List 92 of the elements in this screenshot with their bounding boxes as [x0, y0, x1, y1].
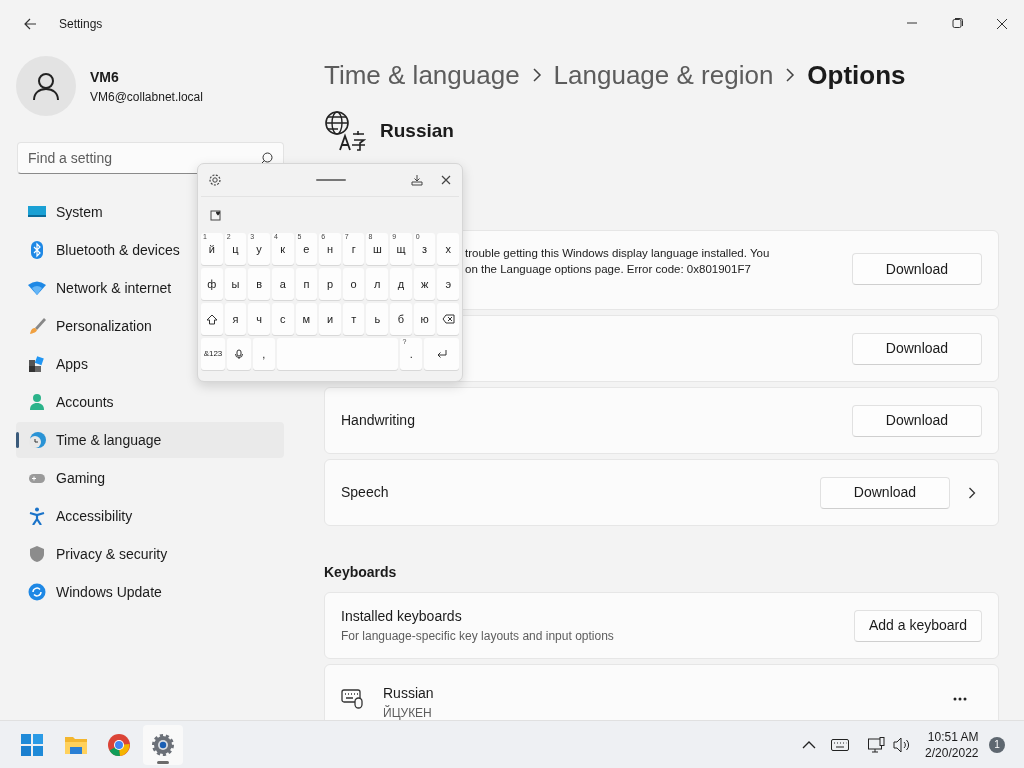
keyboard-key[interactable]: м: [295, 303, 318, 335]
keyboard-key[interactable]: ь: [366, 303, 389, 335]
emoji-icon[interactable]: [210, 209, 222, 221]
user-name: VM6: [90, 67, 120, 87]
search-icon: [260, 152, 273, 165]
setting-title: Speech: [341, 483, 389, 502]
keyboard-key[interactable]: ы: [224, 268, 247, 300]
keyboard-key[interactable]: п: [295, 268, 318, 300]
update-icon: [28, 583, 46, 601]
breadcrumb-item[interactable]: Time & language: [324, 55, 520, 95]
keyboard-layout: ЙЦУКЕН: [383, 704, 433, 720]
sidebar-item[interactable]: Windows Update: [16, 574, 284, 610]
error-message: trouble getting this Windows display language installed. You on the Language options page. Error code: 0x801901F7: [465, 246, 770, 277]
accessibility-icon: [28, 507, 46, 525]
dock-icon[interactable]: [411, 174, 423, 186]
taskbar-app[interactable]: [142, 724, 183, 765]
bluetooth-icon: [28, 241, 46, 259]
breadcrumb-item[interactable]: Language & region: [553, 55, 774, 95]
keyboard-key[interactable]: л: [366, 268, 389, 300]
chevron-icon[interactable]: [968, 486, 976, 499]
microphone-icon: [233, 348, 244, 360]
keyboard-key[interactable]: т: [342, 303, 365, 335]
keyboard-key[interactable]: с: [271, 303, 294, 335]
chevron-up-icon[interactable]: [802, 739, 817, 750]
chevron-icon: [531, 68, 542, 82]
person-icon: [28, 393, 46, 411]
browser-icon: [107, 732, 131, 757]
keyboard-key[interactable]: а: [271, 268, 294, 300]
volume-icon[interactable]: [893, 736, 912, 753]
download-button[interactable]: Download: [852, 253, 982, 285]
clock[interactable]: 10:51 AM 2/20/2022: [925, 728, 979, 761]
sidebar-item[interactable]: Gaming: [16, 460, 284, 496]
keyboard-key[interactable]: о: [342, 268, 365, 300]
sidebar-item[interactable]: Privacy & security: [16, 536, 284, 572]
selection-indicator: [16, 432, 19, 448]
microphone-key[interactable]: [226, 338, 251, 370]
keyboard-name: Russian: [383, 684, 434, 703]
close-icon[interactable]: [441, 175, 451, 185]
globe-clock-icon: [28, 431, 46, 449]
more-icon: [952, 697, 967, 701]
section-heading: Keyboards: [324, 563, 398, 582]
keyboard-key[interactable]: &123: [201, 338, 225, 370]
keyboard-key[interactable]: р: [319, 268, 341, 300]
sidebar-item[interactable]: Accessibility: [16, 498, 284, 534]
back-arrow-icon: [22, 17, 37, 31]
user-email: VM6@collabnet.local: [90, 88, 203, 106]
wifi-icon: [28, 279, 46, 297]
restore-icon[interactable]: [950, 18, 963, 30]
keyboard-key[interactable]: ж: [413, 268, 436, 300]
shield-icon: [28, 545, 46, 563]
language-icon: [324, 110, 366, 152]
keyboard-key[interactable]: э: [437, 268, 460, 300]
keyboard-key[interactable]: я: [224, 303, 247, 335]
network-icon[interactable]: [868, 736, 887, 753]
breadcrumb-item: Options: [807, 58, 906, 92]
shift-key[interactable]: [201, 303, 223, 335]
keyboard-key[interactable]: д: [390, 268, 412, 300]
settings-icon[interactable]: [208, 173, 222, 187]
start-icon: [20, 732, 44, 757]
brush-icon: [28, 317, 46, 335]
backspace-icon: [441, 314, 455, 324]
close-icon[interactable]: [995, 18, 1008, 30]
setting-title: Installed keyboards: [341, 607, 463, 626]
keyboard-key[interactable]: в: [248, 268, 270, 300]
backspace-key[interactable]: [437, 303, 460, 335]
setting-title: Handwriting: [341, 411, 415, 430]
keyboard-key[interactable]: ф: [201, 268, 223, 300]
setting-description: For language-specific key layouts and input options: [341, 628, 614, 645]
keyboard-key[interactable]: и: [319, 303, 341, 335]
keyboard-key[interactable]: б: [390, 303, 412, 335]
notification-badge[interactable]: 1: [989, 736, 1005, 753]
keyboard-icon: [341, 687, 363, 709]
keyboard-key[interactable]: ч: [248, 303, 270, 335]
sidebar-item[interactable]: Time & language: [16, 422, 284, 458]
keyboard-icon[interactable]: [831, 738, 850, 751]
add-keyboard-button[interactable]: Add a keyboard: [854, 609, 982, 642]
language-name: Russian: [380, 118, 454, 143]
gear-icon: [150, 732, 175, 757]
keyboard-key[interactable]: х: [437, 233, 460, 265]
apps-icon: [28, 355, 46, 373]
drag-handle-icon[interactable]: [316, 178, 346, 182]
sidebar-item[interactable]: Accounts: [16, 384, 284, 420]
keyboard-key[interactable]: ,: [252, 338, 275, 370]
enter-icon: [435, 349, 448, 359]
enter-key[interactable]: [424, 338, 459, 370]
chevron-icon: [785, 68, 796, 82]
keyboard-key[interactable]: ю: [413, 303, 436, 335]
shift-icon: [205, 313, 218, 325]
download-button[interactable]: Download: [852, 404, 982, 437]
download-button[interactable]: Download: [820, 476, 950, 509]
download-button[interactable]: Download: [852, 332, 982, 365]
window-title: Settings: [59, 16, 103, 33]
